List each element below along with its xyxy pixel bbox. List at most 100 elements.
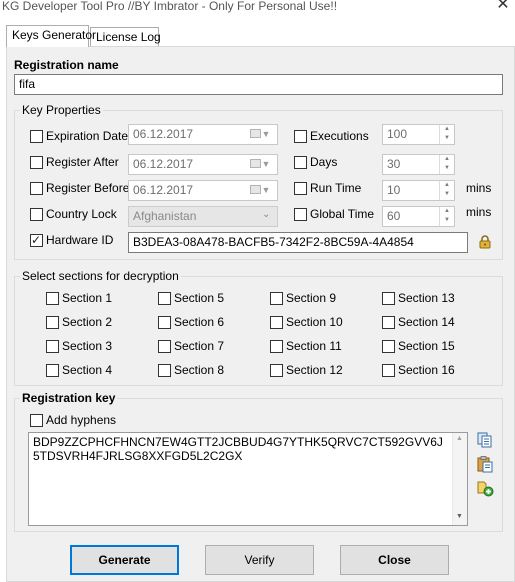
section-16-checkbox[interactable]	[382, 364, 395, 377]
spin-up-icon[interactable]: ▲	[440, 125, 454, 134]
tab-license-log[interactable]: License Log	[90, 27, 161, 46]
section-11-label: Section 11	[286, 339, 342, 353]
section-9-checkbox[interactable]	[270, 292, 283, 305]
spin-up-icon[interactable]: ▲	[440, 181, 454, 190]
section-1-label: Section 1	[62, 291, 113, 305]
chevron-down-icon[interactable]: ▼	[255, 155, 277, 174]
global-time-label: Global Time	[310, 207, 375, 221]
section-15-checkbox[interactable]	[382, 340, 395, 353]
global-time-unit: mins	[466, 205, 492, 219]
tab-keys-generator[interactable]: Keys Generator	[6, 25, 96, 47]
verify-button[interactable]: Verify	[205, 545, 314, 575]
executions-checkbox[interactable]	[294, 130, 307, 143]
run-time-label: Run Time	[310, 181, 362, 195]
days-spin-buttons[interactable]: ▲ ▼	[439, 155, 454, 174]
global-time-spin-buttons[interactable]: ▲ ▼	[439, 207, 454, 226]
run-time-value: 10	[387, 183, 401, 197]
section-8-label: Section 8	[174, 363, 225, 377]
key-properties-title: Key Properties	[20, 103, 103, 117]
hardware-id-checkbox[interactable]	[30, 232, 43, 248]
spin-down-icon[interactable]: ▼	[440, 190, 454, 199]
section-3-label: Section 3	[62, 339, 113, 353]
section-16-label: Section 16	[398, 363, 455, 377]
run-time-stepper[interactable]: 10 ▲ ▼	[382, 180, 455, 201]
chevron-down-icon[interactable]: ▼	[255, 125, 277, 144]
copy-icon[interactable]	[476, 431, 494, 449]
country-lock-label: Country Lock	[46, 207, 117, 221]
section-2-checkbox[interactable]	[46, 316, 59, 329]
expiration-date-checkbox[interactable]	[30, 130, 43, 143]
section-4-label: Section 4	[62, 363, 113, 377]
executions-label: Executions	[310, 129, 369, 143]
hardware-id-input[interactable]: B3DEA3-08A478-BACFB5-7342F2-8BC59A-4A485…	[128, 232, 468, 253]
section-11-checkbox[interactable]	[270, 340, 283, 353]
registration-key-scrollbar[interactable]: ▲ ▼	[452, 433, 467, 525]
section-7-label: Section 7	[174, 339, 225, 353]
global-time-checkbox[interactable]	[294, 208, 307, 221]
days-checkbox[interactable]	[294, 156, 307, 169]
spin-up-icon[interactable]: ▲	[440, 207, 454, 216]
section-14-label: Section 14	[398, 315, 455, 329]
paste-icon[interactable]	[476, 455, 494, 473]
country-lock-checkbox[interactable]	[30, 208, 43, 221]
generate-button[interactable]: Generate	[70, 545, 179, 575]
section-13-checkbox[interactable]	[382, 292, 395, 305]
expiration-date-picker[interactable]: 06.12.2017 ▼	[128, 124, 278, 145]
global-time-stepper[interactable]: 60 ▲ ▼	[382, 206, 455, 227]
add-hyphens-checkbox[interactable]	[30, 414, 43, 427]
close-window-icon[interactable]: ✕	[494, 0, 512, 13]
section-10-checkbox[interactable]	[270, 316, 283, 329]
section-14-checkbox[interactable]	[382, 316, 395, 329]
scroll-down-icon[interactable]: ▼	[456, 513, 463, 520]
global-time-value: 60	[387, 209, 401, 223]
spin-up-icon[interactable]: ▲	[440, 155, 454, 164]
section-13-label: Section 13	[398, 291, 455, 305]
section-12-label: Section 12	[286, 363, 343, 377]
section-1-checkbox[interactable]	[46, 292, 59, 305]
add-icon[interactable]	[476, 479, 494, 497]
register-after-checkbox[interactable]	[30, 156, 43, 169]
registration-name-input[interactable]: fifa	[14, 74, 503, 95]
section-4-checkbox[interactable]	[46, 364, 59, 377]
section-15-label: Section 15	[398, 339, 455, 353]
spin-down-icon[interactable]: ▼	[440, 134, 454, 143]
section-10-label: Section 10	[286, 315, 343, 329]
expiration-date-label: Expiration Date	[46, 129, 129, 143]
sections-title: Select sections for decryption	[20, 269, 181, 283]
tab-keys-generator-label: Keys Generator	[12, 28, 97, 42]
lock-icon[interactable]	[477, 234, 493, 250]
registration-key-title: Registration key	[20, 391, 118, 405]
add-hyphens-label: Add hyphens	[46, 413, 117, 427]
section-12-checkbox[interactable]	[270, 364, 283, 377]
register-before-checkbox[interactable]	[30, 182, 43, 195]
register-after-picker[interactable]: 06.12.2017 ▼	[128, 154, 278, 175]
country-value: Afghanistan	[133, 209, 197, 223]
section-2-label: Section 2	[62, 315, 113, 329]
section-9-label: Section 9	[286, 291, 337, 305]
days-label: Days	[310, 155, 338, 169]
register-before-value: 06.12.2017	[133, 183, 194, 197]
close-button[interactable]: Close	[340, 545, 449, 575]
section-5-label: Section 5	[174, 291, 225, 305]
register-after-label: Register After	[46, 155, 119, 169]
window-title: KG Developer Tool Pro //BY Imbrator - On…	[2, 0, 338, 13]
executions-stepper[interactable]: 100 ▲ ▼	[382, 124, 455, 145]
spin-down-icon[interactable]: ▼	[440, 216, 454, 225]
section-7-checkbox[interactable]	[158, 340, 171, 353]
chevron-down-icon[interactable]: ▼	[255, 181, 277, 200]
country-select[interactable]: Afghanistan ⌄	[128, 206, 278, 227]
section-8-checkbox[interactable]	[158, 364, 171, 377]
register-before-picker[interactable]: 06.12.2017 ▼	[128, 180, 278, 201]
section-5-checkbox[interactable]	[158, 292, 171, 305]
run-time-spin-buttons[interactable]: ▲ ▼	[439, 181, 454, 200]
spin-down-icon[interactable]: ▼	[440, 164, 454, 173]
title-bar: KG Developer Tool Pro //BY Imbrator - On…	[0, 0, 515, 16]
section-6-checkbox[interactable]	[158, 316, 171, 329]
run-time-checkbox[interactable]	[294, 182, 307, 195]
scroll-up-icon[interactable]: ▲	[456, 435, 463, 442]
section-3-checkbox[interactable]	[46, 340, 59, 353]
days-stepper[interactable]: 30 ▲ ▼	[382, 154, 455, 175]
registration-key-textarea[interactable]: BDP9ZZCPHCFHNCN7EW4GTT2JCBBUD4G7YTHK5QRV…	[28, 432, 468, 526]
executions-spin-buttons[interactable]: ▲ ▼	[439, 125, 454, 144]
hardware-id-label: Hardware ID	[46, 233, 114, 247]
